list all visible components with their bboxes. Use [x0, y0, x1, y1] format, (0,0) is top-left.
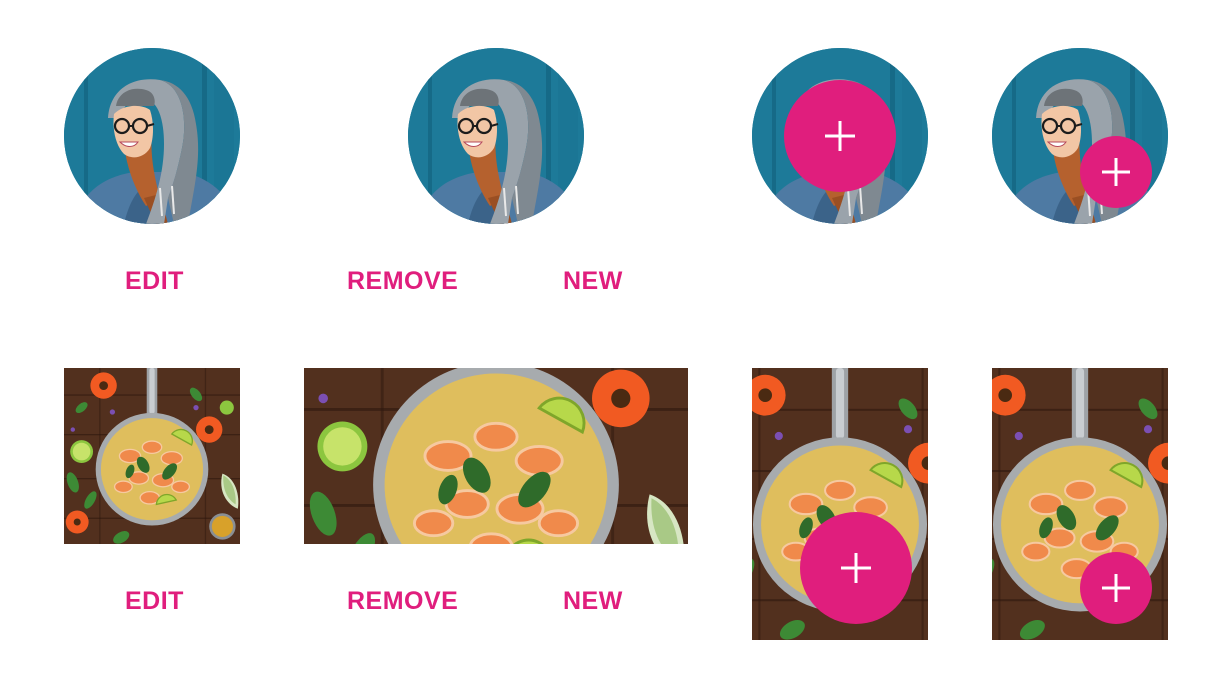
plus-icon — [841, 553, 871, 583]
avatar — [64, 48, 240, 224]
plus-icon — [1102, 574, 1130, 602]
add-photo-button[interactable] — [800, 512, 912, 624]
avatar — [408, 48, 584, 224]
plus-icon — [825, 121, 855, 151]
edit-button[interactable]: EDIT — [125, 266, 184, 296]
photo-thumbnail — [64, 368, 240, 544]
photo-wide — [304, 368, 688, 544]
add-avatar-button[interactable] — [1080, 136, 1152, 208]
new-button[interactable]: NEW — [563, 266, 623, 296]
edit-button[interactable]: EDIT — [125, 586, 184, 616]
add-avatar-button[interactable] — [784, 80, 896, 192]
remove-button[interactable]: REMOVE — [347, 266, 458, 296]
add-photo-button[interactable] — [1080, 552, 1152, 624]
avatar — [992, 48, 1168, 224]
plus-icon — [1102, 158, 1130, 186]
remove-button[interactable]: REMOVE — [347, 586, 458, 616]
new-button[interactable]: NEW — [563, 586, 623, 616]
